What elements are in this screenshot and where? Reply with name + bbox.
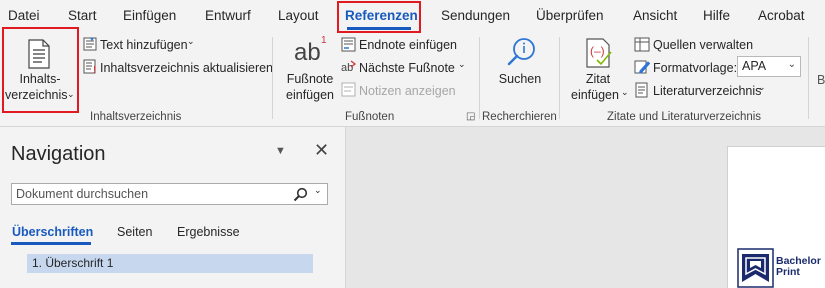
tab-datei[interactable]: Datei xyxy=(8,8,40,23)
heading-list-item[interactable]: 1. Überschrift 1 xyxy=(27,254,313,273)
chevron-down-icon: ⌄ xyxy=(458,59,466,69)
insert-citation-label-2: einfügen xyxy=(571,88,619,102)
svg-text:!: ! xyxy=(93,65,96,74)
svg-text:(–): (–) xyxy=(590,44,605,58)
highlight-box-referenzen xyxy=(337,1,421,33)
pane-options-chevron-icon[interactable]: ▼ xyxy=(275,145,286,157)
next-footnote-label: Nächste Fußnote xyxy=(359,61,455,75)
group-separator xyxy=(479,37,480,119)
add-text-icon xyxy=(83,37,97,51)
insert-citation-label-1: Zitat xyxy=(585,72,611,86)
insert-footnote-label-2: einfügen xyxy=(286,88,334,102)
insert-footnote-label-1: Fußnote xyxy=(286,72,334,86)
tab-start[interactable]: Start xyxy=(68,8,97,23)
document-search-input[interactable] xyxy=(16,187,286,201)
navigation-title: Navigation xyxy=(11,143,106,165)
active-subtab-underline xyxy=(11,242,91,245)
document-search-box: ⌄ xyxy=(11,183,328,205)
tab-ueberpruefen[interactable]: Überprüfen xyxy=(536,8,604,23)
word-window: Datei Start Einfügen Entwurf Layout Refe… xyxy=(0,0,825,288)
search-magnifier-icon xyxy=(507,38,535,66)
search-icon[interactable] xyxy=(293,187,308,202)
endnote-icon xyxy=(341,37,356,52)
add-text-label: Text hinzufügen xyxy=(100,38,188,52)
dialog-launcher-icon[interactable]: ◲ xyxy=(466,111,475,122)
ribbon: Inhalts- verzeichnis ⌄ Text hinzufügen ⌄… xyxy=(0,27,825,127)
insert-endnote-label: Endnote einfügen xyxy=(359,38,458,52)
group-separator xyxy=(559,37,560,119)
manage-sources-label: Quellen verwalten xyxy=(653,38,754,52)
group-separator xyxy=(808,37,809,119)
tab-acrobat[interactable]: Acrobat xyxy=(758,8,805,23)
search-options-chevron-icon[interactable]: ⌄ xyxy=(314,185,322,196)
next-footnote-icon: ab xyxy=(341,60,357,74)
group-label-footnotes: Fußnoten xyxy=(345,111,395,123)
tab-ansicht[interactable]: Ansicht xyxy=(633,8,677,23)
style-label: Formatvorlage: xyxy=(653,61,738,75)
group-label-toc: Inhaltsverzeichnis xyxy=(90,111,182,123)
update-toc-label: Inhaltsverzeichnis aktualisieren xyxy=(100,61,274,75)
bibliography-label: Literaturverzeichnis xyxy=(653,84,762,98)
show-notes-label: Notizen anzeigen xyxy=(359,84,456,98)
chevron-down-icon: ⌄ xyxy=(621,87,629,97)
group-label-citations: Zitate und Literaturverzeichnis xyxy=(607,111,762,123)
tab-layout[interactable]: Layout xyxy=(278,8,319,23)
tab-hilfe[interactable]: Hilfe xyxy=(703,8,730,23)
chevron-down-icon: ⌄ xyxy=(187,36,195,46)
partial-group-glyph: B xyxy=(817,73,825,85)
bachelor-print-logo: Bachelor Print xyxy=(737,248,825,288)
group-label-research: Recherchieren xyxy=(482,111,557,123)
chevron-down-icon: ⌄ xyxy=(787,59,796,70)
chevron-down-icon: ⌄ xyxy=(758,82,766,92)
manage-sources-icon xyxy=(634,37,650,52)
group-separator xyxy=(272,37,273,119)
next-group-partial: B xyxy=(817,73,825,85)
style-select-value: APA xyxy=(742,59,767,73)
footnote-icon-text: ab xyxy=(294,39,321,66)
tab-headings[interactable]: Überschriften xyxy=(12,225,93,239)
style-select[interactable]: APA ⌄ xyxy=(737,56,801,77)
footnote-icon-superscript: 1 xyxy=(321,35,327,46)
tab-sendungen[interactable]: Sendungen xyxy=(441,8,510,23)
tab-pages[interactable]: Seiten xyxy=(117,225,152,239)
style-pencil-icon xyxy=(634,60,650,74)
svg-text:ab: ab xyxy=(341,62,353,74)
search-label: Suchen xyxy=(498,72,542,86)
tab-entwurf[interactable]: Entwurf xyxy=(205,8,251,23)
close-icon[interactable]: ✕ xyxy=(314,140,329,161)
citation-icon: (–) xyxy=(586,38,612,68)
bachelor-print-logo-mark xyxy=(737,248,774,288)
navigation-pane: Navigation ▼ ✕ ⌄ Überschriften Seiten Er… xyxy=(0,127,346,288)
tab-results[interactable]: Ergebnisse xyxy=(177,225,240,239)
tab-einfuegen[interactable]: Einfügen xyxy=(123,8,176,23)
highlight-box-toc xyxy=(2,27,79,113)
bibliography-icon xyxy=(635,82,648,98)
update-toc-icon: ! xyxy=(83,59,96,74)
logo-text-line2: Print xyxy=(776,266,800,278)
show-notes-icon xyxy=(341,82,356,97)
